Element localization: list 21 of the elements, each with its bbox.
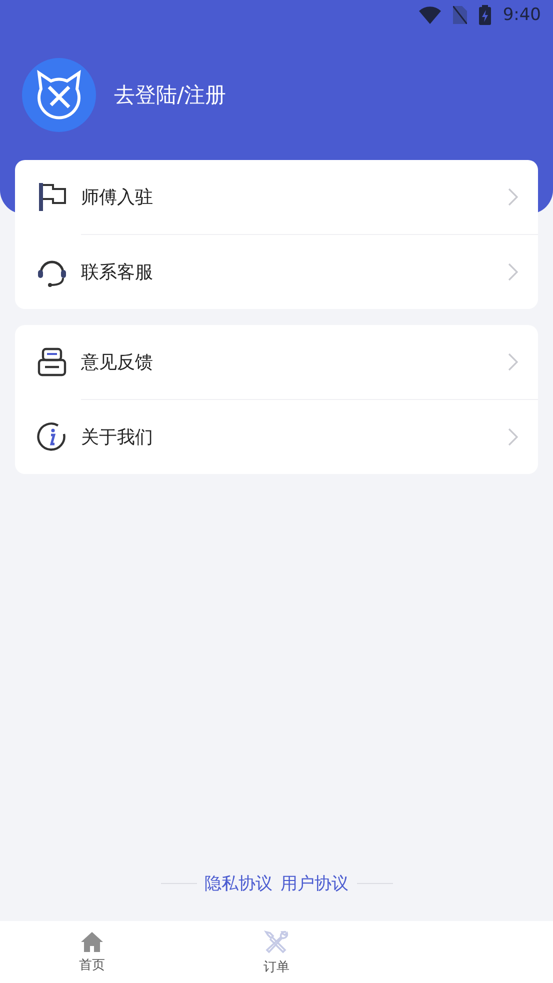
- home-icon: [80, 930, 104, 954]
- agreement-link[interactable]: 用户协议: [280, 872, 348, 895]
- tab[interactable]: 订单: [184, 921, 369, 983]
- tab[interactable]: 首页: [0, 921, 184, 983]
- chevron-right-icon: [508, 353, 518, 371]
- menu-item[interactable]: 师傅入驻: [15, 160, 538, 234]
- menu-item[interactable]: 关于我们: [81, 399, 538, 474]
- chevron-right-icon: [508, 263, 518, 281]
- wifi-icon: [418, 6, 441, 24]
- chevron-right-icon: [508, 188, 518, 206]
- status-time: 9:40: [502, 5, 541, 25]
- menu-item[interactable]: 意见反馈: [15, 325, 538, 399]
- battery-charging-icon: [478, 5, 491, 25]
- info-icon: [36, 421, 68, 453]
- tools-icon: [262, 928, 290, 956]
- chevron-right-icon: [508, 428, 518, 446]
- agreement-link[interactable]: 隐私协议: [204, 872, 272, 895]
- menu-item[interactable]: 联系客服: [81, 234, 538, 309]
- flag-icon: [36, 181, 68, 213]
- inbox-icon: [36, 346, 68, 378]
- login-link[interactable]: 去登陆/注册: [114, 81, 226, 109]
